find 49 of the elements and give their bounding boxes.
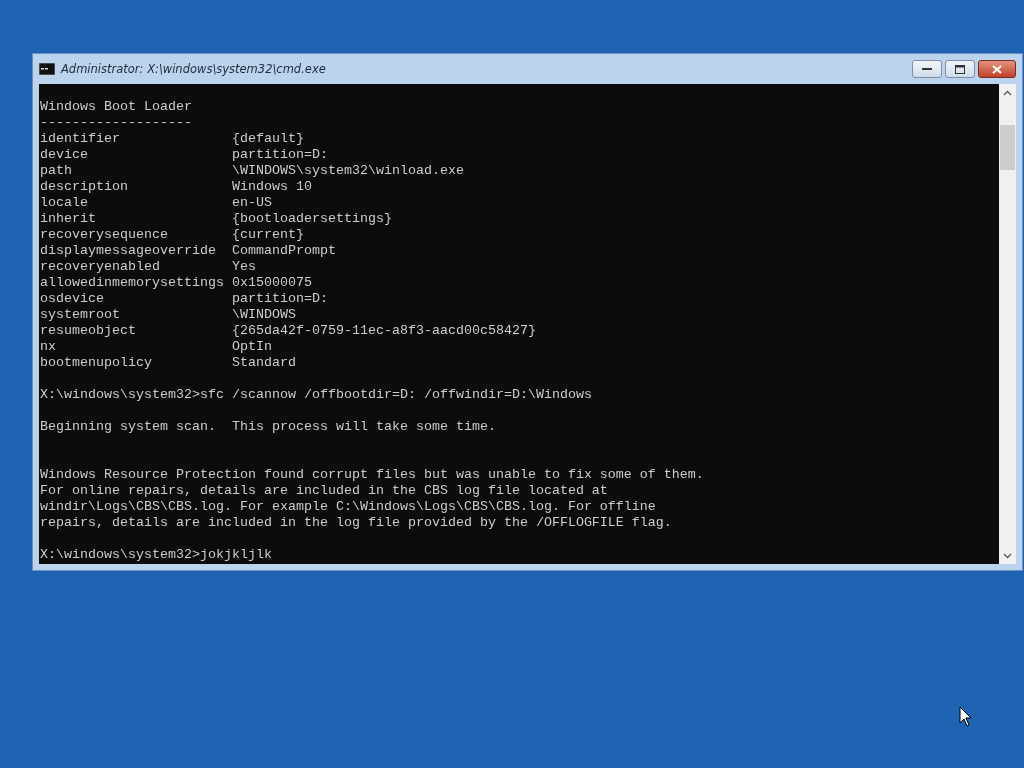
console-line: Windows Boot Loader	[40, 99, 192, 115]
minimize-button[interactable]	[912, 60, 942, 78]
close-icon	[992, 64, 1002, 74]
console-line: For online repairs, details are included in the CBS log file located at	[40, 483, 608, 499]
console-line: windir\Logs\CBS\CBS.log. For example C:\Windows\Logs\CBS\CBS.log. For offline	[40, 499, 656, 515]
window-title: Administrator: X:\windows\system32\cmd.exe	[61, 62, 327, 76]
setting-value: 0x15000075	[232, 275, 312, 291]
setting-value: {default}	[232, 131, 304, 147]
setting-name: locale	[40, 195, 89, 211]
close-button[interactable]	[978, 60, 1016, 78]
setting-value: partition=D:	[232, 147, 328, 163]
minimize-icon	[922, 67, 932, 71]
setting-name: resumeobject	[40, 323, 137, 339]
setting-name: allowedinmemorysettings	[40, 275, 225, 291]
console-line: Beginning system scan. This process will take some time.	[40, 419, 496, 435]
console-icon	[39, 63, 55, 75]
setting-value: OptIn	[232, 339, 272, 355]
setting-name: inherit	[40, 211, 97, 227]
console-line: -------------------	[40, 115, 192, 131]
setting-value: CommandPrompt	[232, 243, 336, 259]
setting-name: displaymessageoverride	[40, 243, 217, 259]
setting-value: partition=D:	[232, 291, 328, 307]
setting-value: \WINDOWS	[232, 307, 296, 323]
setting-value: {265da42f-0759-11ec-a8f3-aacd00c58427}	[232, 323, 536, 339]
setting-value: {bootloadersettings}	[232, 211, 392, 227]
setting-name: description	[40, 179, 129, 195]
setting-value: Yes	[232, 259, 256, 275]
setting-name: recoverysequence	[40, 227, 169, 243]
console-line: Windows Resource Protection found corrupt files but was unable to fix some of them.	[40, 467, 704, 483]
setting-name: bootmenupolicy	[40, 355, 153, 371]
mouse-pointer-icon	[959, 706, 972, 727]
setting-name: device	[40, 147, 89, 163]
scroll-thumb[interactable]	[1000, 125, 1015, 170]
setting-value: en-US	[232, 195, 272, 211]
setting-name: systemroot	[40, 307, 121, 323]
setting-value: {current}	[232, 227, 304, 243]
console-line: repairs, details are included in the log file provided by the /OFFLOGFILE flag.	[40, 515, 672, 531]
setting-name: nx	[40, 339, 57, 355]
restore-icon	[955, 64, 965, 74]
setting-value: Windows 10	[232, 179, 312, 195]
setting-name: identifier	[40, 131, 121, 147]
setting-value: \WINDOWS\system32\winload.exe	[232, 163, 464, 179]
setting-name: osdevice	[40, 291, 105, 307]
console-line: X:\windows\system32>sfc /scannow /offbootdir=D: /offwindir=D:\Windows	[40, 387, 592, 403]
restore-button[interactable]	[945, 60, 975, 78]
setting-name: recoveryenabled	[40, 259, 161, 275]
setting-value: Standard	[232, 355, 296, 371]
setting-name: path	[40, 163, 73, 179]
console-line: X:\windows\system32>jokjkljlk	[40, 547, 272, 563]
